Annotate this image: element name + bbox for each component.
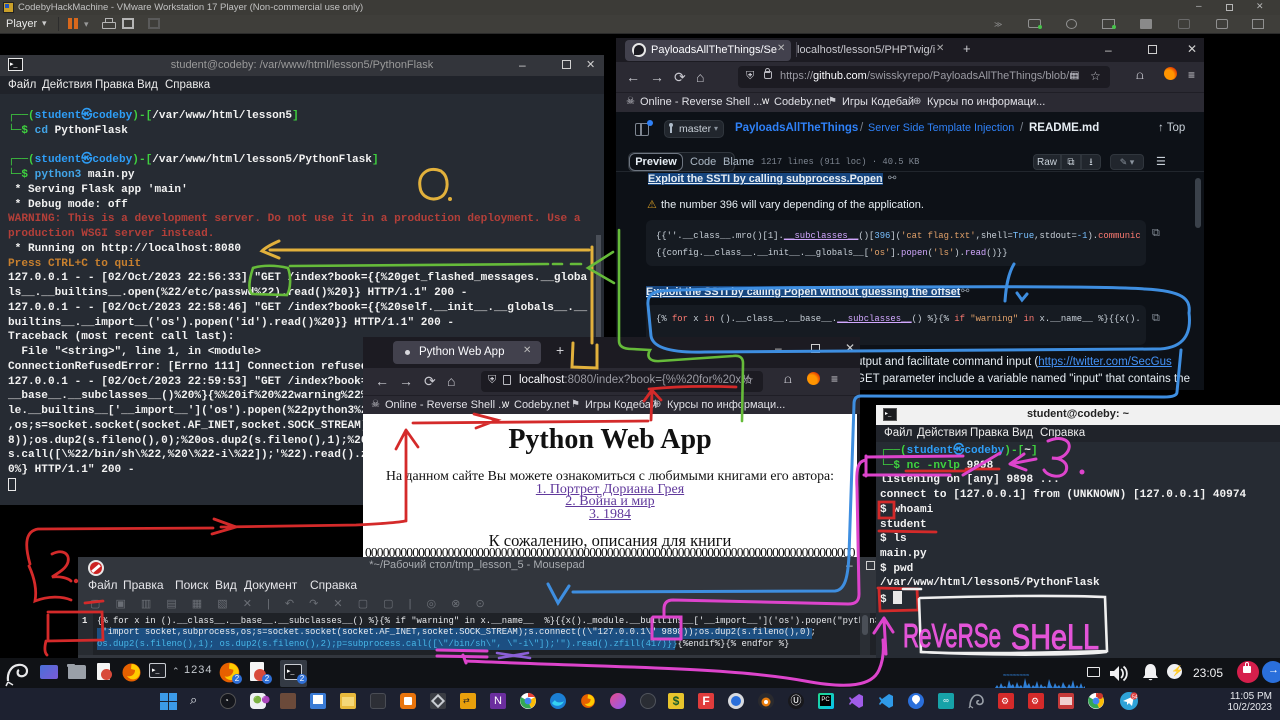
svg-text:ReVeRSe: ReVeRSe (903, 617, 1001, 654)
svg-text:SHeLL: SHeLL (1011, 618, 1099, 657)
